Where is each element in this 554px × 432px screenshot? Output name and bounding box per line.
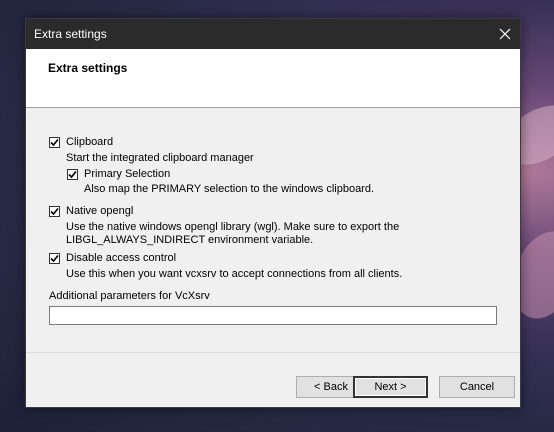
cancel-button[interactable]: Cancel	[439, 376, 515, 398]
additional-params-label: Additional parameters for VcXsrv	[49, 290, 210, 302]
checkmark-icon	[50, 138, 59, 147]
divider	[26, 352, 520, 353]
dialog-window: Extra settings Extra settings Clipboard …	[25, 18, 521, 408]
title-bar: Extra settings	[26, 19, 520, 49]
page-title: Extra settings	[48, 61, 128, 75]
next-button[interactable]: Next >	[353, 376, 428, 398]
checkmark-icon	[68, 170, 77, 179]
checkmark-icon	[50, 254, 59, 263]
disable-access-control-checkbox[interactable]	[49, 253, 60, 264]
close-icon	[499, 28, 511, 40]
disable-access-control-label[interactable]: Disable access control	[66, 252, 176, 264]
window-title: Extra settings	[34, 27, 107, 41]
native-opengl-label[interactable]: Native opengl	[66, 205, 133, 217]
native-opengl-description-line2: LIBGL_ALWAYS_INDIRECT environment variab…	[66, 234, 314, 246]
disable-access-control-description: Use this when you want vcxsrv to accept …	[66, 268, 403, 280]
primary-selection-description: Also map the PRIMARY selection to the wi…	[84, 183, 375, 195]
page-header: Extra settings	[26, 49, 520, 108]
additional-params-input[interactable]	[49, 306, 497, 325]
checkmark-icon	[50, 207, 59, 216]
clipboard-description: Start the integrated clipboard manager	[66, 152, 254, 164]
primary-selection-checkbox[interactable]	[67, 169, 78, 180]
close-button[interactable]	[490, 19, 520, 49]
primary-selection-label[interactable]: Primary Selection	[84, 168, 170, 180]
clipboard-label[interactable]: Clipboard	[66, 136, 113, 148]
native-opengl-description-line1: Use the native windows opengl library (w…	[66, 221, 400, 233]
native-opengl-checkbox[interactable]	[49, 206, 60, 217]
clipboard-checkbox[interactable]	[49, 137, 60, 148]
